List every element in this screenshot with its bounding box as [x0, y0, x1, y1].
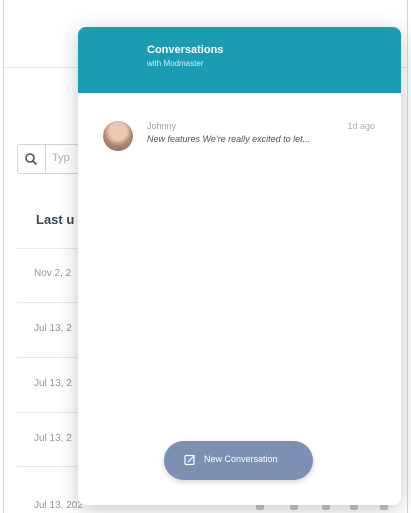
new-conversation-label: New Conversation [204, 454, 278, 464]
conversation-author: Johnny [147, 121, 177, 131]
avatar [103, 121, 133, 151]
widget-subtitle: with Modmaster [147, 59, 204, 68]
search-input[interactable]: Typ [17, 144, 87, 174]
widget-header: Conversations with Modmaster [78, 27, 401, 93]
conversation-item[interactable]: Johnny 1d ago New features We're really … [78, 107, 401, 163]
table-row-date: Jul 13, 2 [34, 378, 72, 389]
conversation-preview: New features We're really excited to let… [147, 134, 311, 144]
row-divider [17, 302, 87, 303]
table-row-date: Jul 13, 2 [34, 323, 72, 334]
conversation-time: 1d ago [347, 121, 375, 131]
table-row-date: Jul 13, 202 [34, 500, 83, 511]
row-divider [17, 466, 87, 467]
compose-icon [184, 454, 195, 466]
conversations-widget: Conversations with Modmaster Johnny 1d a… [78, 27, 401, 505]
table-row-date: Jul 13, 2 [34, 433, 72, 444]
column-header[interactable]: Last u [36, 212, 74, 227]
new-conversation-button[interactable]: New Conversation [164, 441, 313, 480]
search-divider [45, 145, 46, 173]
row-divider [17, 248, 87, 249]
search-placeholder: Typ [52, 152, 70, 164]
widget-title: Conversations [147, 44, 224, 56]
row-divider [17, 412, 87, 413]
search-icon [25, 153, 38, 166]
row-divider [17, 357, 87, 358]
table-row-date: Nov 2, 2 [34, 268, 72, 279]
